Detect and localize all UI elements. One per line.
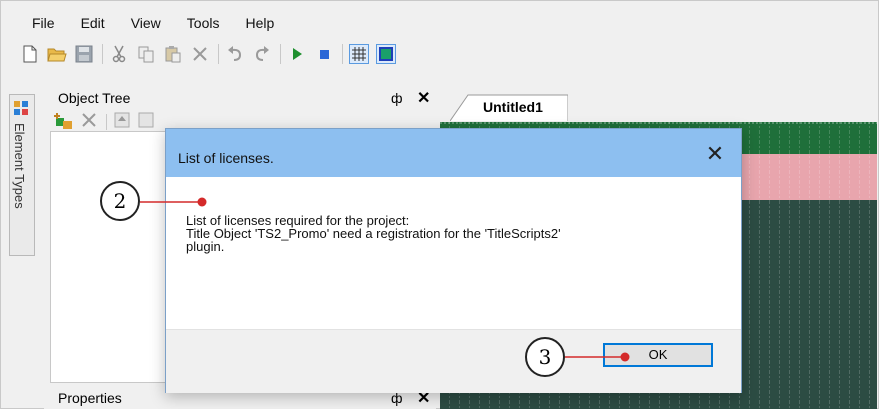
add-object-icon[interactable]	[54, 112, 74, 133]
dialog-title-bar: List of licenses. ✕	[166, 129, 741, 177]
callout-2: 2	[100, 181, 140, 221]
licenses-dialog: List of licenses. ✕ List of licenses req…	[165, 128, 742, 393]
menu-bar: File Edit View Tools Help	[24, 9, 292, 33]
redo-icon[interactable]	[252, 44, 272, 64]
pin-icon[interactable]: ф	[391, 90, 403, 106]
menu-view[interactable]: View	[123, 9, 169, 33]
save-icon[interactable]	[74, 44, 94, 64]
element-types-icon	[14, 101, 28, 115]
delete-object-icon[interactable]	[80, 111, 98, 132]
message-line: plugin.	[186, 239, 225, 254]
cut-icon[interactable]	[109, 44, 129, 64]
callout-2-pointer	[140, 197, 207, 207]
toolbar-separator	[342, 44, 343, 64]
dialog-footer: OK	[166, 329, 741, 393]
move-up-icon[interactable]	[114, 112, 130, 131]
callout-3-pointer	[565, 352, 630, 362]
move-down-icon[interactable]	[138, 112, 154, 131]
tab-untitled1[interactable]: Untitled1	[450, 93, 568, 121]
toolbar	[20, 40, 403, 68]
delete-icon[interactable]	[190, 44, 210, 64]
grid-icon[interactable]	[349, 44, 369, 64]
play-icon[interactable]	[287, 44, 307, 64]
menu-edit[interactable]: Edit	[73, 9, 113, 33]
toolbar-separator	[218, 44, 219, 64]
properties-title: Properties	[58, 390, 122, 406]
stop-icon[interactable]	[314, 44, 334, 64]
close-icon[interactable]: ✕	[700, 139, 730, 169]
open-folder-icon[interactable]	[47, 44, 67, 64]
tab-label: Untitled1	[483, 99, 543, 115]
close-icon[interactable]: ✕	[417, 88, 430, 108]
message-line: Title Object 'TS2_Promo' need a registra…	[186, 226, 561, 241]
toolbar-separator	[106, 114, 107, 130]
menu-file[interactable]: File	[24, 9, 63, 33]
dialog-message: List of licenses required for the projec…	[186, 214, 726, 253]
element-types-label: Element Types	[12, 123, 27, 209]
toolbar-separator	[280, 44, 281, 64]
dialog-title: List of licenses.	[178, 150, 274, 166]
menu-tools[interactable]: Tools	[179, 9, 228, 33]
paste-icon[interactable]	[163, 44, 183, 64]
menu-help[interactable]: Help	[237, 9, 282, 33]
toolbar-separator	[102, 44, 103, 64]
copy-icon[interactable]	[136, 44, 156, 64]
frame-icon[interactable]	[376, 44, 396, 64]
object-tree-title: Object Tree	[58, 90, 131, 106]
element-types-tab[interactable]: Element Types	[9, 94, 35, 256]
callout-3: 3	[525, 337, 565, 377]
new-file-icon[interactable]	[20, 44, 40, 64]
ok-label: OK	[648, 347, 668, 362]
undo-icon[interactable]	[225, 44, 245, 64]
object-tree-header: Object Tree ф ✕	[44, 87, 436, 109]
